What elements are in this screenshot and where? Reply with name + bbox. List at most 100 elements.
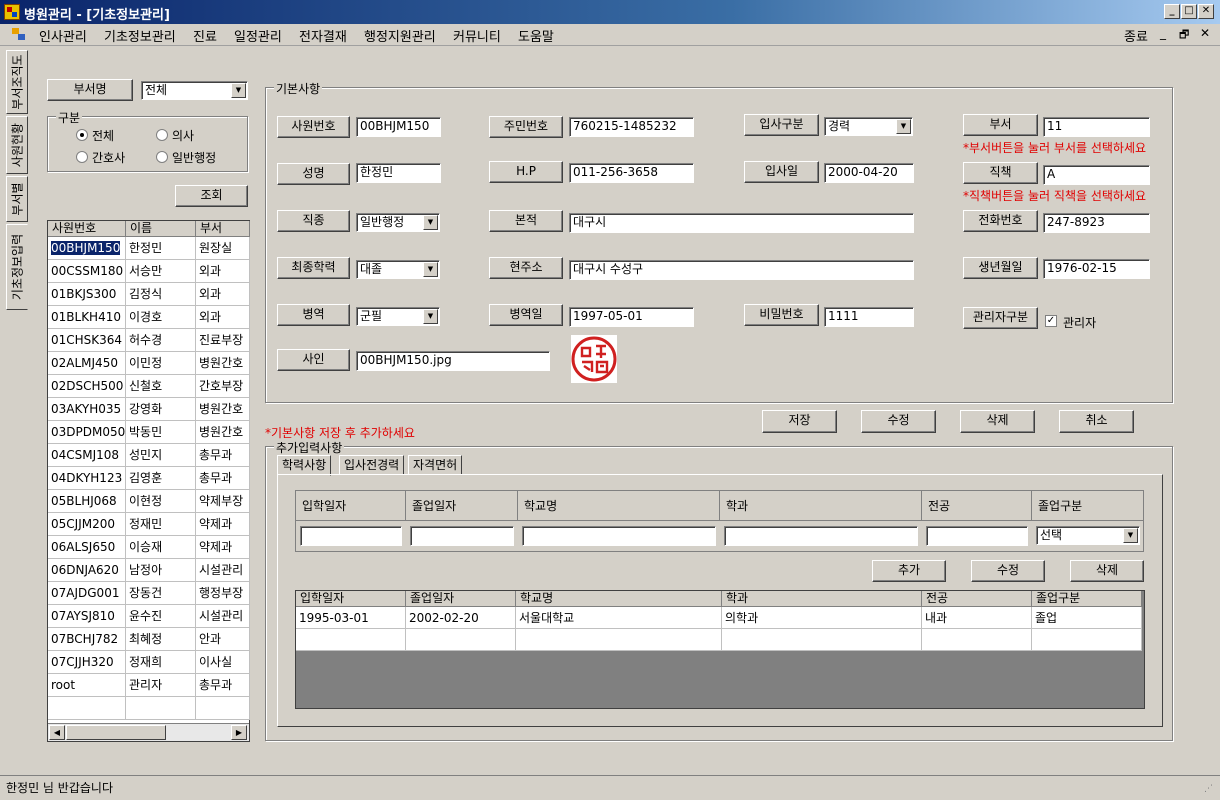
emp-no-field[interactable]: 00BHJM150: [356, 117, 441, 137]
rrn-field[interactable]: 760215-1485232: [569, 117, 694, 137]
empty-cell[interactable]: [722, 629, 922, 651]
menu-approval[interactable]: 전자결재: [299, 26, 347, 45]
add-edu-button[interactable]: 추가: [872, 560, 946, 582]
table-row[interactable]: root: [48, 674, 126, 697]
table-row[interactable]: 졸업: [1032, 607, 1142, 629]
table-row[interactable]: 04CSMJ108: [48, 444, 126, 467]
name-cell[interactable]: 정재민: [126, 513, 196, 536]
dept-cell[interactable]: 간호부장: [196, 375, 250, 398]
address-label-button[interactable]: 현주소: [489, 257, 563, 279]
scroll-left-icon[interactable]: ◀: [49, 725, 65, 740]
cancel-button[interactable]: 취소: [1059, 410, 1134, 433]
table-row[interactable]: 00CSSM180: [48, 260, 126, 283]
close-icon[interactable]: ✕: [1198, 4, 1214, 19]
dept-select[interactable]: 전체 ▼: [141, 81, 248, 100]
dept-cell[interactable]: 병원간호: [196, 398, 250, 421]
dept-cell[interactable]: 약제과: [196, 513, 250, 536]
query-button[interactable]: 조회: [175, 185, 248, 207]
edu-col-header[interactable]: 전공: [922, 591, 1032, 607]
military-select[interactable]: 군필 ▼: [356, 307, 440, 326]
sign-label-button[interactable]: 사인: [277, 349, 350, 371]
military-label-button[interactable]: 병역: [277, 304, 350, 326]
dept-cell[interactable]: 시설관리: [196, 559, 250, 582]
side-tab-dept-chart[interactable]: 부서조직도: [6, 50, 28, 114]
edu-col-header[interactable]: 학과: [722, 591, 922, 607]
mil-date-field[interactable]: 1997-05-01: [569, 307, 694, 327]
delete-edu-button[interactable]: 삭제: [1070, 560, 1144, 582]
dept-cell[interactable]: 행정부장: [196, 582, 250, 605]
edit-edu-button[interactable]: 수정: [971, 560, 1045, 582]
admin-checkbox[interactable]: ✓: [1045, 315, 1057, 327]
scroll-thumb[interactable]: [66, 725, 166, 740]
menu-treatment[interactable]: 진료: [193, 26, 217, 45]
hire-type-label-button[interactable]: 입사구분: [744, 114, 819, 136]
edu-label-button[interactable]: 최종학력: [277, 257, 350, 279]
dept-input[interactable]: [724, 526, 918, 546]
name-cell[interactable]: 윤수진: [126, 605, 196, 628]
hire-date-field[interactable]: 2000-04-20: [824, 163, 914, 183]
birth-label-button[interactable]: 생년월일: [963, 257, 1038, 279]
dept-cell[interactable]: 외과: [196, 306, 250, 329]
dept-cell[interactable]: 약제과: [196, 536, 250, 559]
chevron-down-icon[interactable]: ▼: [423, 262, 438, 277]
school-input[interactable]: [522, 526, 716, 546]
job-select[interactable]: 일반행정 ▼: [356, 213, 440, 232]
edu-col-header[interactable]: 졸업일자: [406, 591, 516, 607]
name-cell[interactable]: 김영훈: [126, 467, 196, 490]
name-cell[interactable]: 최혜정: [126, 628, 196, 651]
grad-date-input[interactable]: [410, 526, 514, 546]
birth-field[interactable]: 1976-02-15: [1043, 259, 1150, 279]
empty-cell[interactable]: [406, 629, 516, 651]
dept-cell[interactable]: 이사실: [196, 651, 250, 674]
tab-license[interactable]: 자격면허: [408, 455, 463, 475]
table-row[interactable]: 01CHSK364: [48, 329, 126, 352]
menu-schedule[interactable]: 일정관리: [234, 26, 282, 45]
scroll-right-icon[interactable]: ▶: [231, 725, 247, 740]
dept-cell[interactable]: 총무과: [196, 467, 250, 490]
dept-cell[interactable]: 외과: [196, 283, 250, 306]
dept-field[interactable]: 11: [1043, 117, 1150, 137]
chevron-down-icon[interactable]: ▼: [1123, 528, 1138, 543]
menu-exit[interactable]: 종료: [1124, 26, 1148, 45]
empty-cell[interactable]: [1032, 629, 1142, 651]
job-label-button[interactable]: 직종: [277, 210, 350, 232]
dept-name-button[interactable]: 부서명: [47, 79, 133, 101]
name-label-button[interactable]: 성명: [277, 163, 350, 185]
hire-type-select[interactable]: 경력 ▼: [824, 117, 913, 136]
password-label-button[interactable]: 비밀번호: [744, 304, 819, 326]
radio-nurse[interactable]: 간호사: [76, 149, 125, 166]
dept-label-button[interactable]: 부서: [963, 114, 1038, 136]
table-row[interactable]: 07AJDG001: [48, 582, 126, 605]
horizontal-scrollbar[interactable]: ◀ ▶: [48, 723, 249, 741]
table-row[interactable]: 02ALMJ450: [48, 352, 126, 375]
address-field[interactable]: 대구시 수성구: [569, 260, 914, 280]
password-field[interactable]: 1111: [824, 307, 914, 327]
name-cell[interactable]: 서승만: [126, 260, 196, 283]
empty-cell[interactable]: [126, 697, 196, 720]
name-cell[interactable]: 신철호: [126, 375, 196, 398]
menu-admin-support[interactable]: 행정지원관리: [364, 26, 436, 45]
name-cell[interactable]: 이민정: [126, 352, 196, 375]
menu-help[interactable]: 도움말: [518, 26, 554, 45]
name-field[interactable]: 한정민: [356, 163, 441, 183]
dept-cell[interactable]: 병원간호: [196, 352, 250, 375]
table-row[interactable]: 내과: [922, 607, 1032, 629]
edu-col-header[interactable]: 학교명: [516, 591, 722, 607]
emp-no-label-button[interactable]: 사원번호: [277, 116, 350, 138]
edu-select[interactable]: 대졸 ▼: [356, 260, 440, 279]
mdi-close-icon[interactable]: ✕: [1200, 26, 1210, 40]
mdi-minimize-icon[interactable]: _: [1160, 26, 1166, 40]
table-row[interactable]: 05BLHJ068: [48, 490, 126, 513]
menu-hr[interactable]: 인사관리: [39, 26, 87, 45]
table-row[interactable]: 07BCHJ782: [48, 628, 126, 651]
table-row[interactable]: 01BKJS300: [48, 283, 126, 306]
name-cell[interactable]: 박동민: [126, 421, 196, 444]
chevron-down-icon[interactable]: ▼: [231, 83, 246, 98]
origin-field[interactable]: 대구시: [569, 213, 914, 233]
rrn-label-button[interactable]: 주민번호: [489, 116, 563, 138]
major-input[interactable]: [926, 526, 1028, 546]
side-tab-basic-input[interactable]: 기초정보입력: [6, 224, 28, 310]
empty-cell[interactable]: [48, 697, 126, 720]
tel-label-button[interactable]: 전화번호: [963, 210, 1038, 232]
col-name[interactable]: 이름: [126, 221, 196, 237]
